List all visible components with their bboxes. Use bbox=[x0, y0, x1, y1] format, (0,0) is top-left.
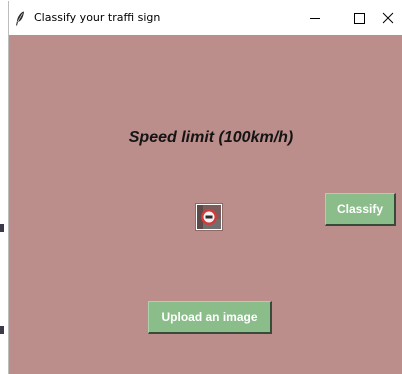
main-canvas: Speed limit (100km/h) Classify Upload an… bbox=[9, 35, 402, 374]
title-bar[interactable]: Classify your traffi sign bbox=[9, 1, 402, 35]
classify-button[interactable]: Classify bbox=[325, 193, 396, 226]
feather-icon bbox=[15, 11, 25, 26]
background-window-edge bbox=[0, 326, 4, 334]
window-title: Classify your traffi sign bbox=[34, 11, 161, 24]
prediction-label: Speed limit (100km/h) bbox=[128, 129, 294, 146]
close-button[interactable] bbox=[372, 1, 402, 35]
desktop-screen: Classify your traffi sign Speed limit (1… bbox=[0, 0, 402, 374]
uploaded-image-thumbnail bbox=[195, 203, 223, 231]
upload-image-button[interactable]: Upload an image bbox=[148, 301, 272, 334]
minimize-button[interactable] bbox=[293, 1, 337, 35]
app-window: Classify your traffi sign Speed limit (1… bbox=[8, 1, 402, 374]
background-window-edge bbox=[0, 224, 4, 232]
